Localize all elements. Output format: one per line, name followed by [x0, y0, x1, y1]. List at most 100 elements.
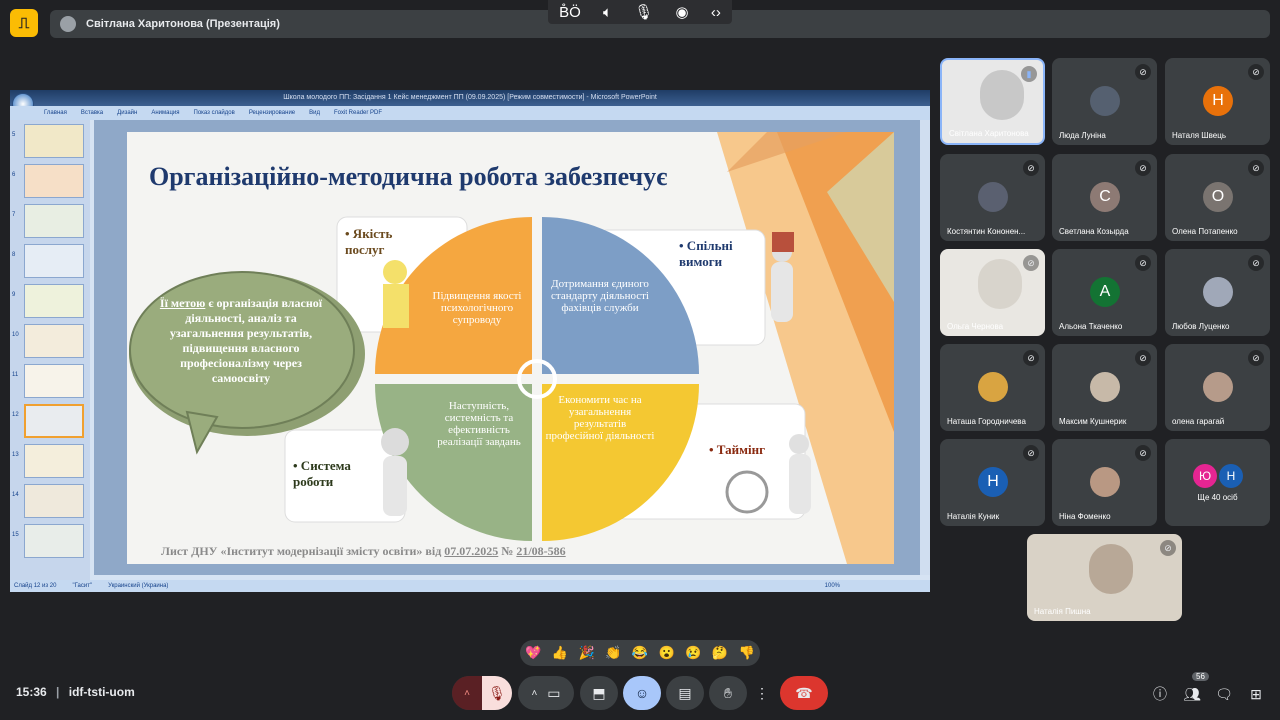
participant-tile[interactable]: Любов Луценко ⊘ — [1165, 249, 1270, 336]
mic-off-icon[interactable]: 🎙︎ — [482, 676, 512, 710]
participant-tile[interactable]: Люда Луніна ⊘ — [1052, 58, 1157, 145]
reaction-heart-icon[interactable]: 💖 — [525, 645, 541, 661]
figure-body-thinking — [383, 456, 407, 516]
slide-thumbnail[interactable] — [24, 524, 84, 558]
activities-icon[interactable]: ⊞ — [1246, 684, 1266, 704]
ppt-status-bar: Слайд 12 из 20 "Гасит" Украинский (Украи… — [10, 580, 930, 592]
label-timing: • Таймінг — [709, 442, 765, 457]
participant-avatar: А — [1090, 277, 1120, 307]
slide-thumbnail[interactable] — [24, 124, 84, 158]
ribbon-tab[interactable]: Дизайн — [117, 110, 137, 116]
participant-tile[interactable]: С Светлана Козырда ⊘ — [1052, 154, 1157, 241]
quadrant-text-blue: Дотримання єдиного стандарту діяльності … — [551, 278, 649, 314]
mic-options-chevron-icon[interactable]: ˄ — [452, 676, 482, 710]
participant-tile[interactable]: Наталія Пишна ⊘ — [1027, 534, 1182, 621]
ribbon-tab[interactable]: Показ слайдов — [194, 110, 235, 116]
participant-name: Олена Потапенко — [1172, 227, 1238, 236]
participant-avatar — [1090, 86, 1120, 116]
ppt-ribbon: Главная Вставка Дизайн Анимация Показ сл… — [10, 106, 930, 120]
mic-muted-icon: ⊘ — [1023, 445, 1039, 461]
figure-body-sticky — [383, 284, 409, 328]
slide-thumbnail-selected[interactable] — [24, 404, 84, 438]
bubble-lead: Її метою — [159, 296, 206, 310]
captions-button[interactable]: ▤ — [666, 676, 704, 710]
participant-avatar: С — [1090, 182, 1120, 212]
camera-options-chevron-icon[interactable]: ˄ — [531, 688, 537, 699]
cycle-arrows-icon — [517, 359, 557, 399]
present-screen-icon: ⬒ — [592, 684, 606, 701]
ribbon-tab[interactable]: Рецензирование — [249, 110, 295, 116]
slide-thumbnail[interactable] — [24, 444, 84, 478]
reaction-sad-icon[interactable]: 😢 — [685, 645, 701, 661]
meeting-info-icon[interactable]: ⓘ — [1150, 684, 1170, 704]
chat-icon[interactable]: 🗨︎ — [1214, 684, 1234, 704]
camera-icon[interactable]: ▭ — [547, 685, 560, 702]
reaction-thinking-icon[interactable]: 🤔 — [712, 645, 728, 661]
participant-tile[interactable]: Костянтин Кононен... ⊘ — [940, 154, 1045, 241]
slide-thumbnails: 5 6 7 8 9 10 11 12 13 14 15 — [10, 120, 90, 580]
slide-thumbnail[interactable] — [24, 164, 84, 198]
slide-thumbnail[interactable] — [24, 204, 84, 238]
figure-head-clock — [789, 434, 809, 454]
participant-tile[interactable]: А Альона Ткаченко ⊘ — [1052, 249, 1157, 336]
participant-name: Ольга Чернова — [947, 322, 1004, 331]
mic-toggle-button[interactable]: ˄ 🎙︎ — [452, 676, 512, 710]
broadcast-icon[interactable]: ◉ — [676, 3, 689, 21]
ppt-title-bar: Школа молодого ПП: Засідання 1 Кейс мене… — [10, 90, 930, 106]
ribbon-tab[interactable]: Главная — [44, 110, 67, 116]
captions-icon[interactable]: B̊Ö — [559, 4, 581, 21]
reaction-thumbs-down-icon[interactable]: 👎 — [738, 645, 754, 661]
ribbon-tab[interactable]: Foxit Reader PDF — [334, 110, 382, 116]
vertical-scrollbar[interactable] — [920, 120, 930, 575]
reaction-clap-icon[interactable]: 👏 — [605, 645, 621, 661]
reaction-thumbs-up-icon[interactable]: 👍 — [552, 645, 568, 661]
participant-tile[interactable]: О Олена Потапенко ⊘ — [1165, 154, 1270, 241]
participant-tile[interactable]: Ніна Фоменко ⊘ — [1052, 439, 1157, 526]
more-participants-label: Ще 40 осіб — [1197, 493, 1238, 502]
more-avatar: Н — [1219, 464, 1243, 488]
participant-tile[interactable]: Н Наталія Куник ⊘ — [940, 439, 1045, 526]
hang-up-icon: ☎︎ — [795, 684, 813, 701]
more-options-button[interactable]: ⋮ — [752, 676, 772, 710]
volume-icon[interactable]: 🔈︎ — [603, 4, 612, 21]
participant-tile[interactable]: Н Наталя Швець ⊘ — [1165, 58, 1270, 145]
more-participants-tile[interactable]: Ю Н Ще 40 осіб — [1165, 439, 1270, 526]
participant-avatar — [1089, 544, 1133, 594]
presenter-avatar — [60, 16, 76, 32]
thumb-number: 10 — [12, 332, 19, 338]
camera-toggle-button[interactable]: ˄ ▭ — [518, 676, 574, 710]
slide-thumbnail[interactable] — [24, 484, 84, 518]
reaction-surprised-icon[interactable]: 😮 — [659, 645, 675, 661]
reaction-party-icon[interactable]: 🎉 — [579, 645, 595, 661]
participant-name: Світлана Харитонова — [949, 129, 1029, 138]
present-button[interactable]: ⬒ — [580, 676, 618, 710]
ribbon-tab[interactable]: Вставка — [81, 110, 103, 116]
mic-muted-icon: ⊘ — [1248, 64, 1264, 80]
slide-thumbnail[interactable] — [24, 284, 84, 318]
mic-muted-icon: ⊘ — [1135, 445, 1151, 461]
thumb-number: 11 — [12, 372, 19, 378]
figure-head-thinking — [381, 428, 409, 456]
slide-thumbnail[interactable] — [24, 324, 84, 358]
ribbon-tab[interactable]: Вид — [309, 110, 320, 116]
mic-icon[interactable]: 🎙︎ — [634, 3, 653, 21]
code-icon[interactable]: ‹› — [711, 4, 721, 21]
emoji-button[interactable]: ☺ — [623, 676, 661, 710]
leave-call-button[interactable]: ☎︎ — [780, 676, 828, 710]
reaction-laugh-icon[interactable]: 😂 — [632, 645, 648, 661]
participant-tile[interactable]: олена гарагай ⊘ — [1165, 344, 1270, 431]
participant-tile[interactable]: Максим Кушнерик ⊘ — [1052, 344, 1157, 431]
raise-hand-button[interactable]: ✋︎ — [709, 676, 747, 710]
books-stack-icon — [772, 232, 794, 252]
participant-name: Наталія Куник — [947, 512, 1000, 521]
participant-tile[interactable]: Наташа Городничева ⊘ — [940, 344, 1045, 431]
slide-thumbnail[interactable] — [24, 244, 84, 278]
ribbon-tab[interactable]: Анимация — [151, 110, 179, 116]
participant-tile[interactable]: Світлана Харитонова ▮ — [940, 58, 1045, 145]
people-icon[interactable]: 👥︎ — [1182, 684, 1202, 704]
thumb-number: 7 — [12, 212, 16, 218]
participant-name: Люда Луніна — [1059, 131, 1106, 140]
participant-tile[interactable]: Ольга Чернова ⊘ — [940, 249, 1045, 336]
zoom-level[interactable]: 100% — [825, 583, 840, 589]
slide-thumbnail[interactable] — [24, 364, 84, 398]
